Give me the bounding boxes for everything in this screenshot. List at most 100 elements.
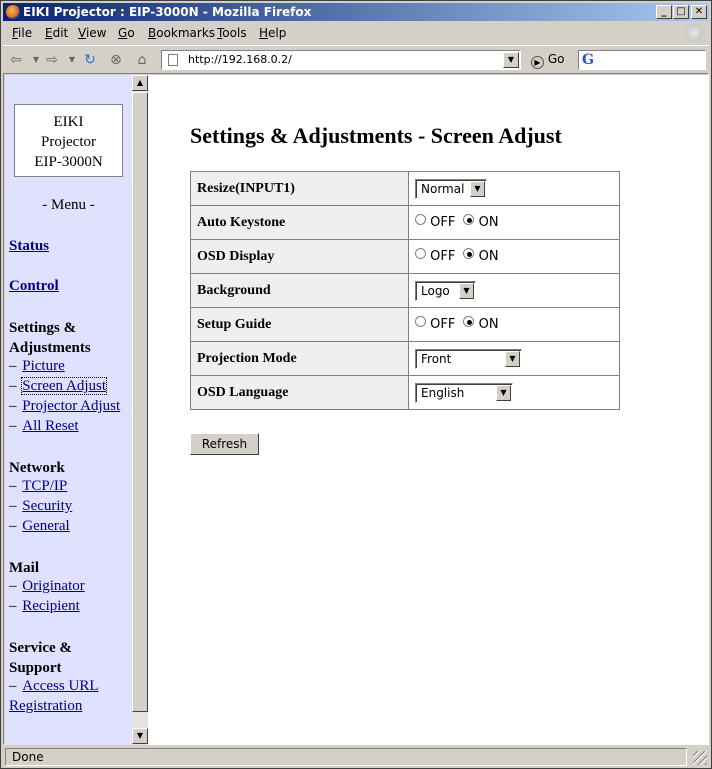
url-text: http://192.168.0.2/ bbox=[188, 53, 292, 66]
menu-bookmarks[interactable]: Bookmarks bbox=[148, 26, 215, 40]
sidebar-item-recipient: – Recipient bbox=[9, 598, 80, 615]
setting-label: Resize(INPUT1) bbox=[190, 171, 409, 206]
table-row: OSD Language English ▼ bbox=[190, 375, 620, 410]
radio-on-label: ON bbox=[478, 249, 499, 264]
stop-icon[interactable]: ⊗ bbox=[107, 51, 125, 69]
osd-display-off-radio[interactable] bbox=[415, 248, 426, 259]
menu-view[interactable]: View bbox=[78, 26, 106, 40]
item-prefix: – bbox=[9, 418, 17, 434]
reload-icon[interactable]: ↻ bbox=[81, 51, 99, 69]
item-prefix: – bbox=[9, 678, 17, 694]
logo-line-product: Projector bbox=[41, 134, 96, 150]
navigation-toolbar: ⇦ ▼ ⇨ ▼ ↻ ⊗ ⌂ http://192.168.0.2/ ▼ ▶ Go… bbox=[3, 45, 709, 73]
osd-language-select[interactable]: English ▼ bbox=[415, 382, 513, 403]
item-prefix: – bbox=[9, 398, 17, 414]
setting-control: Front ▼ bbox=[408, 341, 620, 376]
home-icon[interactable]: ⌂ bbox=[133, 51, 151, 69]
general-link[interactable]: General bbox=[22, 518, 69, 534]
setting-label: Setup Guide bbox=[190, 307, 409, 342]
url-input[interactable]: http://192.168.0.2/ bbox=[161, 50, 521, 70]
setting-control: Logo ▼ bbox=[408, 273, 620, 308]
setting-label: Projection Mode bbox=[190, 341, 409, 376]
item-prefix: – bbox=[9, 358, 17, 374]
screen-adjust-link[interactable]: Screen Adjust bbox=[21, 377, 107, 395]
setting-label: OSD Display bbox=[190, 239, 409, 274]
forward-icon[interactable]: ⇨ bbox=[43, 51, 61, 69]
security-link[interactable]: Security bbox=[22, 498, 72, 514]
settings-heading-line-2: Adjustments bbox=[9, 340, 91, 356]
resize-select[interactable]: Normal ▼ bbox=[415, 178, 487, 199]
refresh-button[interactable]: Refresh bbox=[190, 433, 259, 455]
originator-link[interactable]: Originator bbox=[22, 578, 84, 594]
sidebar-item-control[interactable]: Control bbox=[9, 278, 59, 295]
menu-go[interactable]: Go bbox=[118, 26, 135, 40]
recipient-link[interactable]: Recipient bbox=[22, 598, 79, 614]
all-reset-link[interactable]: All Reset bbox=[22, 418, 78, 434]
menu-help[interactable]: Help bbox=[259, 26, 286, 40]
back-icon[interactable]: ⇦ bbox=[7, 51, 25, 69]
select-value: Front bbox=[421, 351, 452, 366]
item-prefix: – bbox=[9, 478, 17, 494]
minimize-button[interactable]: _ bbox=[656, 5, 672, 19]
window-title: EIKI Projector : EIP-3000N - Mozilla Fir… bbox=[23, 5, 312, 19]
menu-file[interactable]: File bbox=[12, 26, 32, 40]
sidebar-item-access-url: – Access URL bbox=[9, 678, 98, 695]
item-prefix: – bbox=[9, 578, 17, 594]
chevron-down-icon: ▼ bbox=[459, 282, 474, 299]
logo-line-brand: EIKI bbox=[53, 114, 84, 130]
menu-heading: - Menu - bbox=[42, 197, 95, 213]
radio-on-label: ON bbox=[478, 215, 499, 230]
menu-bar: File Edit View Go Bookmarks Tools Help bbox=[3, 23, 709, 43]
table-row: OSD Display OFF ON bbox=[190, 239, 620, 274]
tcpip-link[interactable]: TCP/IP bbox=[22, 478, 67, 494]
setup-guide-off-radio[interactable] bbox=[415, 316, 426, 327]
menu-edit[interactable]: Edit bbox=[45, 26, 68, 40]
page-icon bbox=[168, 54, 178, 66]
scroll-thumb[interactable] bbox=[132, 92, 148, 712]
registration-link[interactable]: Registration bbox=[9, 698, 82, 715]
chevron-down-icon: ▼ bbox=[470, 180, 485, 197]
osd-display-on-radio[interactable] bbox=[463, 248, 475, 259]
radio-off-label: OFF bbox=[430, 317, 456, 332]
setting-control: OFF ON bbox=[408, 205, 620, 240]
scroll-up-icon[interactable]: ▲ bbox=[132, 75, 148, 91]
sidebar-frame: EIKI Projector EIP-3000N - Menu - Status… bbox=[5, 75, 132, 745]
auto-keystone-off-radio[interactable] bbox=[415, 214, 426, 225]
service-heading: Service & Support bbox=[9, 638, 72, 678]
menu-tools[interactable]: Tools bbox=[217, 26, 247, 40]
maximize-button[interactable]: □ bbox=[673, 5, 689, 19]
projector-logo-box: EIKI Projector EIP-3000N bbox=[14, 104, 123, 177]
sidebar-item-all-reset: – All Reset bbox=[9, 418, 79, 435]
auto-keystone-on-radio[interactable] bbox=[463, 214, 475, 225]
setup-guide-on-radio[interactable] bbox=[463, 316, 475, 327]
select-value: Normal bbox=[421, 181, 465, 196]
settings-table: Resize(INPUT1) Normal ▼ Auto Keystone OFF… bbox=[190, 171, 620, 410]
sidebar-item-picture: – Picture bbox=[9, 358, 65, 375]
menu-help-rest: elp bbox=[268, 26, 287, 40]
item-prefix: – bbox=[9, 518, 17, 534]
sidebar-item-status[interactable]: Status bbox=[9, 238, 49, 255]
background-select[interactable]: Logo ▼ bbox=[415, 280, 476, 301]
projector-adjust-link[interactable]: Projector Adjust bbox=[22, 398, 120, 414]
resize-grip-icon[interactable] bbox=[693, 751, 707, 765]
search-input[interactable]: G bbox=[578, 50, 706, 70]
page-title: Settings & Adjustments - Screen Adjust bbox=[190, 123, 562, 148]
scroll-down-icon[interactable]: ▼ bbox=[132, 728, 148, 744]
access-url-link[interactable]: Access URL bbox=[22, 678, 98, 694]
service-heading-line-1: Service & bbox=[9, 640, 72, 656]
close-button[interactable]: ✕ bbox=[691, 5, 707, 19]
title-bar: EIKI Projector : EIP-3000N - Mozilla Fir… bbox=[3, 3, 709, 21]
throbber-icon bbox=[685, 24, 703, 42]
search-engine-icon[interactable]: G bbox=[582, 52, 594, 68]
menu-bookmarks-key: B bbox=[148, 26, 157, 40]
menu-file-rest: ile bbox=[18, 26, 33, 40]
menu-view-key: V bbox=[78, 26, 86, 40]
picture-link[interactable]: Picture bbox=[22, 358, 65, 374]
sidebar-scrollbar[interactable]: ▲ ▼ bbox=[132, 75, 148, 745]
projection-mode-select[interactable]: Front ▼ bbox=[415, 348, 522, 369]
url-dropdown-icon[interactable]: ▼ bbox=[503, 52, 519, 68]
go-button[interactable]: ▶ Go bbox=[531, 52, 564, 69]
forward-dropdown-icon[interactable]: ▼ bbox=[63, 51, 81, 69]
sidebar-item-tcpip: – TCP/IP bbox=[9, 478, 67, 495]
radio-off-label: OFF bbox=[430, 249, 456, 264]
